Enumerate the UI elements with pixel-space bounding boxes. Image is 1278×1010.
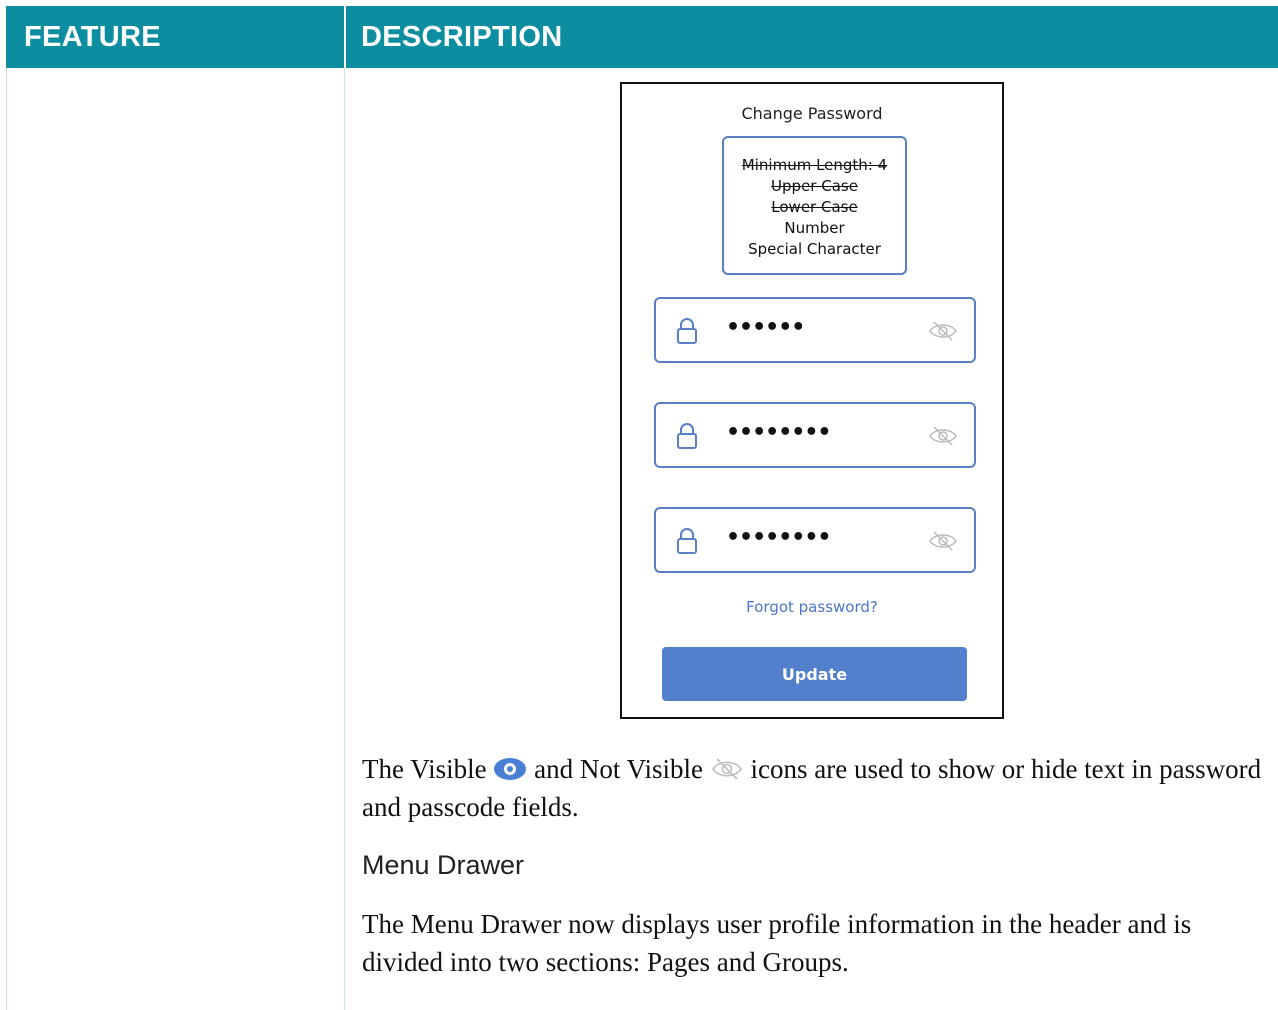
password-value: •••••••• [726, 525, 831, 550]
password-rules-box: Minimum Length: 4 Upper Case Lower Case … [722, 136, 907, 275]
menu-drawer-heading: Menu Drawer [362, 850, 525, 880]
change-password-mockup: Change Password Minimum Length: 4 Upper … [620, 82, 1004, 719]
forgot-password-link[interactable]: Forgot password? [622, 598, 1002, 616]
table-border-left [6, 68, 7, 1010]
lock-icon [677, 528, 697, 554]
mockup-title: Change Password [741, 104, 883, 123]
rule-special-character: Special Character [748, 240, 881, 258]
table-header: FEATURE DESCRIPTION [6, 6, 1278, 68]
menu-drawer-paragraph: The Menu Drawer now displays user profil… [362, 909, 1192, 977]
eye-visible-icon [494, 758, 527, 780]
eye-off-icon[interactable] [928, 425, 958, 447]
header-description: DESCRIPTION [361, 21, 563, 53]
new-password-field[interactable]: •••••••• [654, 402, 976, 468]
password-value: •••••• [726, 315, 805, 340]
header-separator [344, 6, 346, 68]
eye-off-icon[interactable] [928, 320, 958, 342]
rule-upper-case: Upper Case [771, 177, 858, 195]
eye-off-icon [711, 758, 742, 780]
lock-icon [677, 423, 697, 449]
rule-min-length: Minimum Length: 4 [741, 156, 888, 174]
para1-text-b: and Not Visible [534, 754, 703, 784]
header-feature: FEATURE [24, 21, 161, 53]
eye-off-icon[interactable] [928, 530, 958, 552]
rule-lower-case: Lower Case [771, 198, 858, 216]
para1-text-a: The Visible [362, 754, 487, 784]
current-password-field[interactable]: •••••• [654, 297, 976, 363]
rule-number: Number [784, 219, 845, 237]
update-button[interactable]: Update [662, 647, 967, 701]
confirm-password-field[interactable]: •••••••• [654, 507, 976, 573]
lock-icon [677, 318, 697, 344]
visibility-icons-paragraph: The Visible and Not Visible icons are us… [362, 750, 1272, 826]
table-border-middle [344, 68, 345, 1010]
password-value: •••••••• [726, 420, 831, 445]
